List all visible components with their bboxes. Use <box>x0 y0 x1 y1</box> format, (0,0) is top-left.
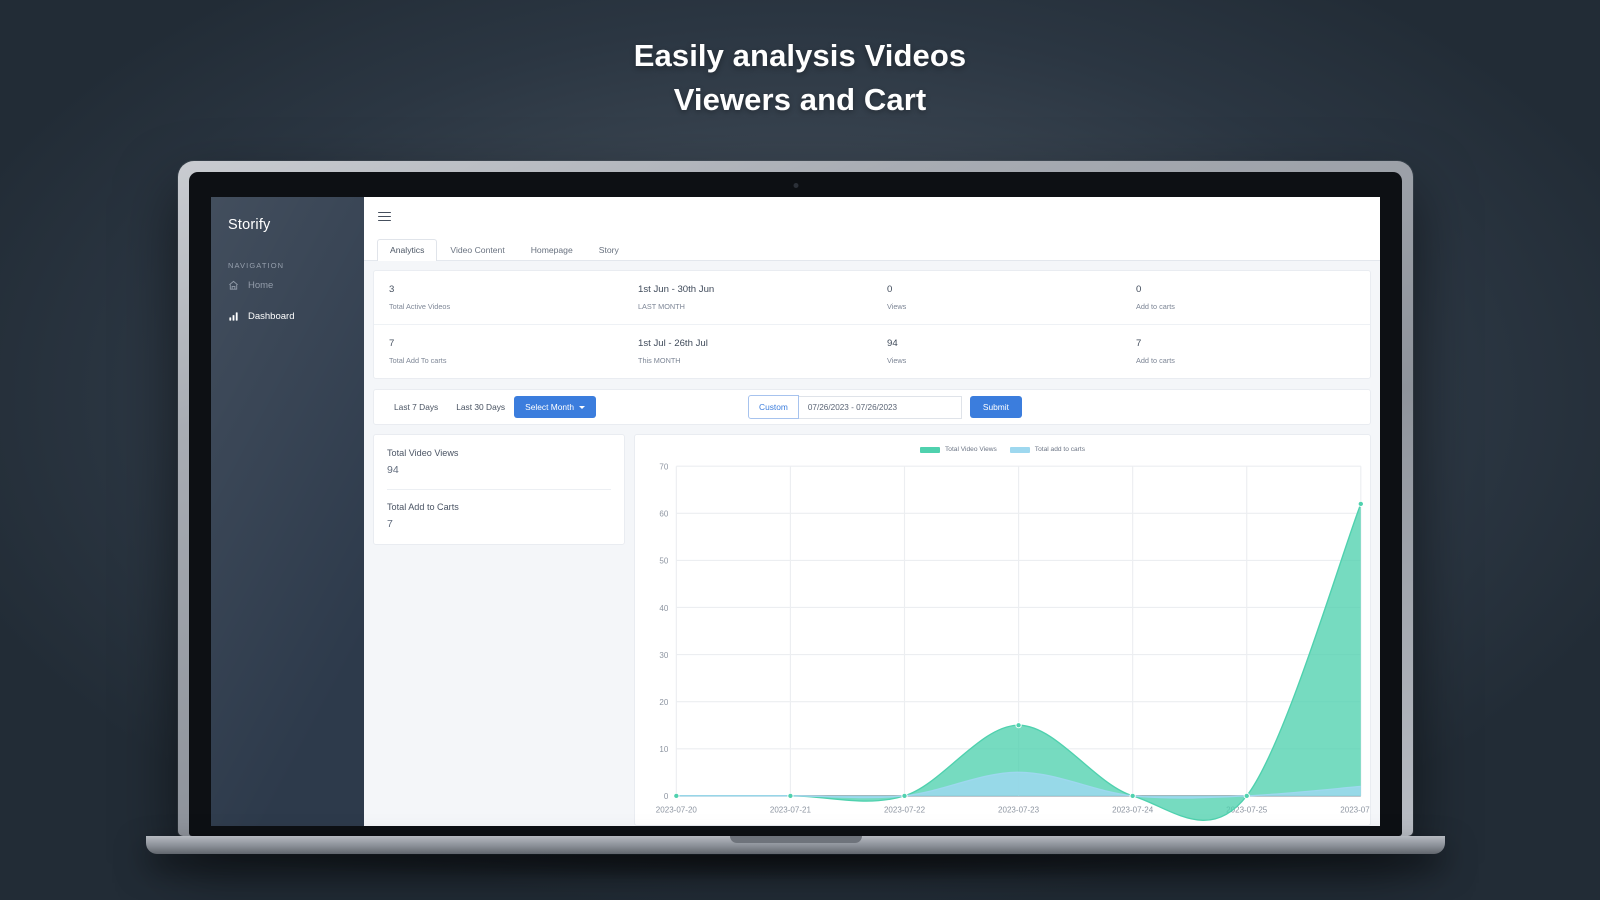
svg-text:2023-07-24: 2023-07-24 <box>1112 806 1154 815</box>
lower-section: Total Video Views 94 Total Add to Carts … <box>364 425 1380 826</box>
laptop-mockup: Storify NAVIGATION Home Dashboard Analyt… <box>146 161 1445 881</box>
home-icon <box>228 280 239 291</box>
totals-column: Total Video Views 94 Total Add to Carts … <box>373 434 625 826</box>
stat-total-add-to-carts: 7 Total Add To carts <box>374 325 623 378</box>
submit-button[interactable]: Submit <box>969 396 1022 418</box>
stats-row-last-month: 3 Total Active Videos 1st Jun - 30th Jun… <box>374 271 1370 324</box>
legend-label-views: Total Video Views <box>944 446 997 453</box>
stats-panel: 3 Total Active Videos 1st Jun - 30th Jun… <box>373 270 1371 379</box>
stat-this-month-views: 94 Views <box>872 325 1121 378</box>
svg-text:20: 20 <box>659 698 669 707</box>
legend-label-carts: Total add to carts <box>1034 446 1086 453</box>
stat-label: Views <box>887 302 907 311</box>
sidebar-item-home-label: Home <box>248 280 274 291</box>
legend-item-views: Total Video Views <box>919 446 997 453</box>
sidebar-item-dashboard[interactable]: Dashboard <box>211 301 364 332</box>
stats-row-this-month: 7 Total Add To carts 1st Jul - 26th Jul … <box>374 324 1370 378</box>
stat-last-month-carts: 0 Add to carts <box>1121 271 1370 324</box>
top-bar <box>364 197 1380 236</box>
laptop-shadow <box>198 855 1393 881</box>
tab-analytics[interactable]: Analytics <box>377 238 438 261</box>
total-video-views-value: 94 <box>387 464 399 476</box>
hamburger-icon[interactable] <box>378 209 391 224</box>
date-range-input[interactable] <box>798 395 962 419</box>
svg-text:2023-07-22: 2023-07-22 <box>884 806 926 815</box>
total-add-to-carts-title: Total Add to Carts <box>387 502 459 512</box>
tab-homepage[interactable]: Homepage <box>518 239 586 260</box>
date-range-group: Custom Submit <box>748 395 1022 419</box>
content-area: 3 Total Active Videos 1st Jun - 30th Jun… <box>364 261 1380 826</box>
chart-plot-area[interactable]: 0 10 20 30 40 50 60 70 2023-07-20 2023-07-21 2023-… <box>635 455 1370 825</box>
svg-text:60: 60 <box>659 510 669 519</box>
tab-video-content[interactable]: Video Content <box>437 239 517 260</box>
stat-this-month-carts: 7 Add to carts <box>1121 325 1370 378</box>
stat-label: This MONTH <box>638 356 681 365</box>
page-headline: Easily analysis Videos Viewers and Cart <box>0 34 1600 122</box>
sidebar-item-dashboard-label: Dashboard <box>248 311 295 322</box>
svg-text:70: 70 <box>659 463 669 472</box>
stat-label: Views <box>887 356 907 365</box>
stat-value: 1st Jul - 26th Jul <box>638 338 708 349</box>
svg-text:30: 30 <box>659 651 669 660</box>
headline-line-2: Viewers and Cart <box>673 82 927 118</box>
laptop-bezel: Storify NAVIGATION Home Dashboard Analyt… <box>189 172 1402 836</box>
laptop-base <box>146 836 1445 854</box>
stat-value: 7 <box>1136 338 1142 349</box>
totals-card: Total Video Views 94 Total Add to Carts … <box>373 434 625 545</box>
last-7-days-button[interactable]: Last 7 Days <box>385 397 447 417</box>
main-area: Analytics Video Content Homepage Story 3… <box>364 197 1380 826</box>
legend-item-carts: Total add to carts <box>1009 446 1086 453</box>
stat-label: LAST MONTH <box>638 302 685 311</box>
stat-label: Total Active Videos <box>389 302 451 311</box>
stat-last-month-range: 1st Jun - 30th Jun LAST MONTH <box>623 271 872 324</box>
chevron-down-icon <box>579 405 586 409</box>
sidebar-item-home[interactable]: Home <box>211 270 364 301</box>
brand-logo: Storify <box>228 217 271 233</box>
stat-total-active-videos: 3 Total Active Videos <box>374 271 623 324</box>
headline-line-1: Easily analysis Videos <box>633 38 967 73</box>
svg-text:2023-07-26: 2023-07-26 <box>1340 806 1370 815</box>
chart-legend: Total Video Views Total add to carts <box>635 443 1370 455</box>
custom-range-button[interactable]: Custom <box>748 395 799 419</box>
app-screen: Storify NAVIGATION Home Dashboard Analyt… <box>211 197 1380 826</box>
tab-story[interactable]: Story <box>586 239 632 260</box>
svg-text:50: 50 <box>659 557 669 566</box>
legend-swatch-carts <box>1009 446 1030 453</box>
stat-label: Total Add To carts <box>389 356 447 365</box>
divider <box>387 489 611 490</box>
stat-value: 94 <box>887 338 898 349</box>
select-month-label: Select Month <box>525 402 575 412</box>
stat-this-month-range: 1st Jul - 26th Jul This MONTH <box>623 325 872 378</box>
svg-text:2023-07-20: 2023-07-20 <box>656 806 698 815</box>
total-add-to-carts-value: 7 <box>387 518 393 530</box>
webcam-dot <box>793 183 798 188</box>
svg-text:2023-07-23: 2023-07-23 <box>998 806 1040 815</box>
legend-swatch-views <box>919 446 940 453</box>
svg-text:2023-07-21: 2023-07-21 <box>770 806 812 815</box>
stat-value: 0 <box>1136 284 1142 295</box>
svg-text:0: 0 <box>664 792 669 801</box>
select-month-dropdown[interactable]: Select Month <box>514 396 597 418</box>
laptop-base-notch <box>729 836 862 843</box>
stat-value: 3 <box>389 284 395 295</box>
sidebar-section-label: NAVIGATION <box>228 261 285 270</box>
svg-text:10: 10 <box>659 745 669 754</box>
stat-value: 0 <box>887 284 893 295</box>
stat-value: 1st Jun - 30th Jun <box>638 284 715 295</box>
total-video-views-title: Total Video Views <box>387 448 459 458</box>
last-30-days-button[interactable]: Last 30 Days <box>447 397 514 417</box>
svg-text:40: 40 <box>659 604 669 613</box>
tab-bar: Analytics Video Content Homepage Story <box>364 236 1380 261</box>
stat-label: Add to carts <box>1136 356 1175 365</box>
bar-chart-icon <box>228 311 239 322</box>
stat-label: Add to carts <box>1136 302 1175 311</box>
stat-last-month-views: 0 Views <box>872 271 1121 324</box>
laptop-lid: Storify NAVIGATION Home Dashboard Analyt… <box>178 161 1413 836</box>
filter-bar: Last 7 Days Last 30 Days Select Month Cu… <box>373 389 1371 425</box>
sidebar: Storify NAVIGATION Home Dashboard <box>211 197 364 826</box>
chart-card: Total Video Views Total add to carts 0 10… <box>634 434 1371 826</box>
area-chart[interactable]: 0 10 20 30 40 50 60 70 2023-07-20 2023-07-21 2023-… <box>635 455 1370 825</box>
stat-value: 7 <box>389 338 395 349</box>
